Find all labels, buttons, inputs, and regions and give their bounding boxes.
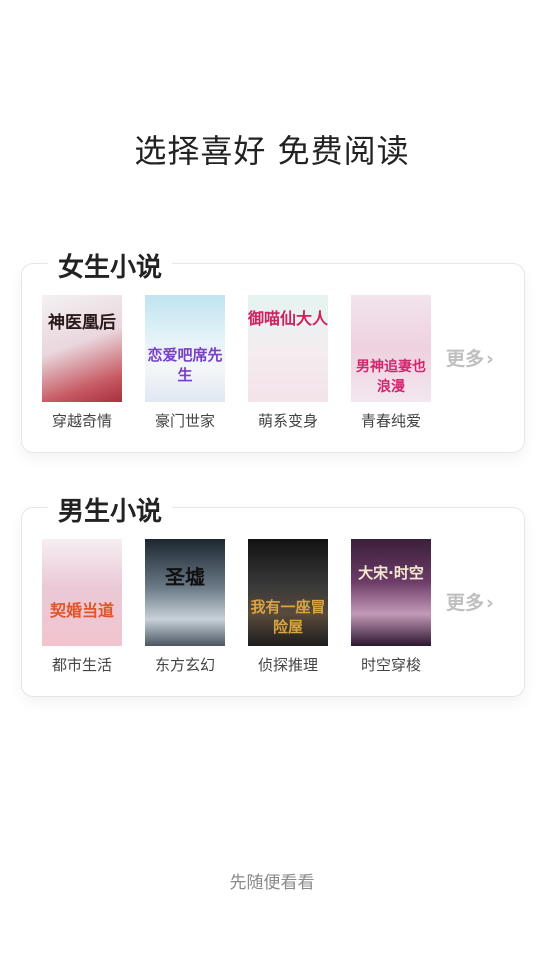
book-label: 豪门世家 <box>154 412 215 430</box>
more-button[interactable]: 更多 › <box>446 344 494 371</box>
cover-title: 契婚当道 <box>49 601 114 620</box>
book-label: 穿越奇情 <box>51 412 112 430</box>
book-cover[interactable]: 圣墟 <box>145 539 225 646</box>
cover-title: 神医凰后 <box>48 313 116 333</box>
book-label: 都市生活 <box>51 656 112 674</box>
cover-title: 圣墟 <box>165 565 205 589</box>
book-cover[interactable]: 大宋·时空 <box>351 539 431 646</box>
more-label: 更多 <box>446 592 485 614</box>
book-cover[interactable]: 男神追妻也浪漫 <box>351 295 431 402</box>
cover-title: 男神追妻也浪漫 <box>356 359 426 395</box>
book-label: 时空穿梭 <box>360 656 421 674</box>
page-title: 选择喜好 免费阅读 <box>134 132 410 170</box>
book-label: 东方玄幻 <box>154 656 215 674</box>
section-female-novels: 女生小说 神医凰后 穿越奇情 恋爱吧席先生 豪门世家 御喵仙大人 萌系变身 男神… <box>21 247 525 453</box>
more-button[interactable]: 更多 › <box>446 588 494 615</box>
book-cover[interactable]: 我有一座冒险屋 <box>248 539 328 646</box>
book-item[interactable]: 御喵仙大人 萌系变身 <box>248 295 328 431</box>
book-item[interactable]: 恋爱吧席先生 豪门世家 <box>145 295 225 431</box>
cover-title: 大宋·时空 <box>358 564 424 582</box>
book-cover[interactable]: 契婚当道 <box>42 539 122 646</box>
book-cover[interactable]: 神医凰后 <box>42 295 122 402</box>
more-label: 更多 <box>446 348 485 370</box>
chevron-right-icon: › <box>486 348 494 370</box>
cover-title: 恋爱吧席先生 <box>147 346 223 384</box>
section-male-novels: 男生小说 契婚当道 都市生活 圣墟 东方玄幻 我有一座冒险屋 侦探推理 大宋·时… <box>21 491 525 697</box>
cover-title: 御喵仙大人 <box>248 309 328 328</box>
book-label: 萌系变身 <box>257 412 318 430</box>
book-item[interactable]: 契婚当道 都市生活 <box>42 539 122 675</box>
book-label: 侦探推理 <box>257 656 318 674</box>
section-title: 男生小说 <box>48 491 173 528</box>
book-item[interactable]: 我有一座冒险屋 侦探推理 <box>248 539 328 675</box>
book-label: 青春纯爱 <box>360 412 421 430</box>
book-item[interactable]: 大宋·时空 时空穿梭 <box>351 539 431 675</box>
skip-link[interactable]: 先随便看看 <box>0 868 544 893</box>
chevron-right-icon: › <box>486 592 494 614</box>
book-item[interactable]: 男神追妻也浪漫 青春纯爱 <box>351 295 431 431</box>
book-item[interactable]: 神医凰后 穿越奇情 <box>42 295 122 431</box>
book-cover[interactable]: 御喵仙大人 <box>248 295 328 402</box>
book-item[interactable]: 圣墟 东方玄幻 <box>145 539 225 675</box>
book-cover[interactable]: 恋爱吧席先生 <box>145 295 225 402</box>
section-title: 女生小说 <box>48 247 173 284</box>
cover-title: 我有一座冒险屋 <box>250 598 326 636</box>
